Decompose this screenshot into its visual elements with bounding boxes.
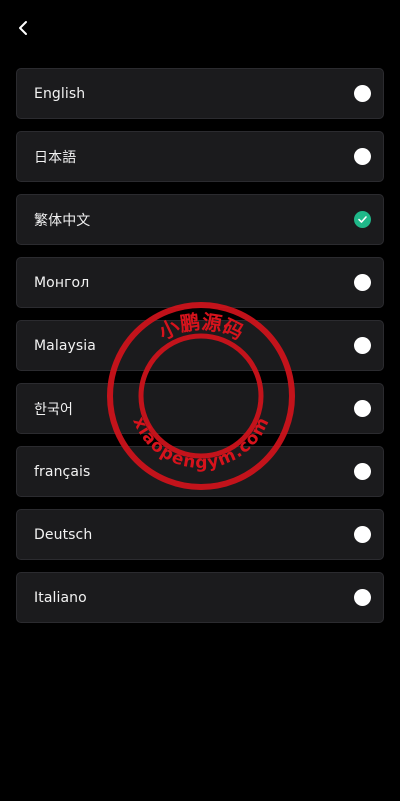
back-button[interactable] (12, 16, 36, 40)
language-label: Deutsch (34, 526, 93, 543)
radio-unchecked-icon[interactable] (354, 148, 371, 165)
language-option-german[interactable]: Deutsch (16, 509, 384, 560)
language-option-korean[interactable]: 한국어 (16, 383, 384, 434)
language-option-malaysia[interactable]: Malaysia (16, 320, 384, 371)
radio-unchecked-icon[interactable] (354, 526, 371, 543)
radio-unchecked-icon[interactable] (354, 337, 371, 354)
radio-unchecked-icon[interactable] (354, 400, 371, 417)
radio-unchecked-icon[interactable] (354, 463, 371, 480)
language-label: Italiano (34, 589, 87, 606)
language-option-mongolian[interactable]: Монгол (16, 257, 384, 308)
top-bar (0, 0, 400, 56)
language-label: 日本語 (34, 149, 77, 166)
radio-checked-icon[interactable] (354, 211, 371, 228)
language-label: 한국어 (34, 401, 73, 418)
language-label: français (34, 463, 91, 480)
language-option-japanese[interactable]: 日本語 (16, 131, 384, 182)
language-label: 繁体中文 (34, 212, 91, 229)
language-label: Malaysia (34, 337, 96, 354)
radio-unchecked-icon[interactable] (354, 589, 371, 606)
language-option-traditional-chinese[interactable]: 繁体中文 (16, 194, 384, 245)
language-label: English (34, 85, 86, 102)
language-label: Монгол (34, 274, 90, 291)
checkmark-icon (358, 216, 367, 223)
radio-unchecked-icon[interactable] (354, 85, 371, 102)
chevron-left-icon (19, 21, 27, 35)
language-option-french[interactable]: français (16, 446, 384, 497)
language-option-italian[interactable]: Italiano (16, 572, 384, 623)
language-option-english[interactable]: English (16, 68, 384, 119)
language-list: English 日本語 繁体中文 Монгол Malaysia 한국어 fra… (16, 68, 384, 635)
radio-unchecked-icon[interactable] (354, 274, 371, 291)
